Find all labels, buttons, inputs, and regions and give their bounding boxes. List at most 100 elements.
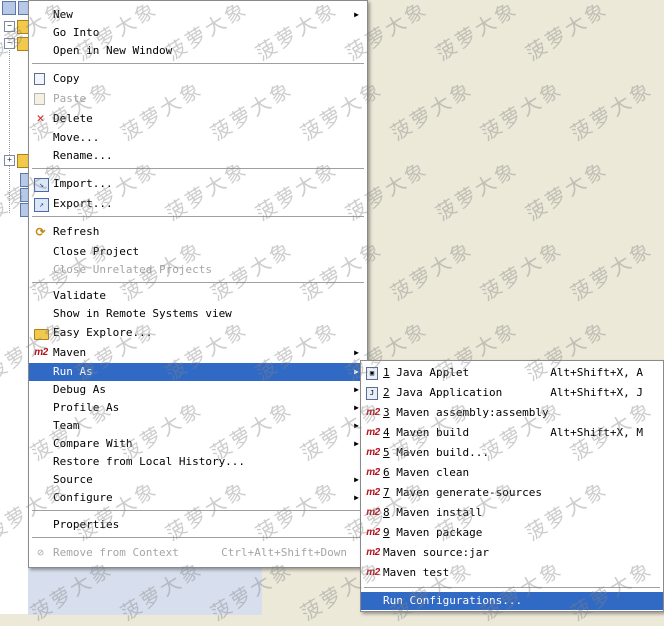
panel-bottom-strip [28,566,262,615]
menu-item-open-in-new-window[interactable]: Open in New Window [29,42,367,60]
project-icon [2,1,16,15]
submenu-arrow-icon: ▶ [354,439,359,448]
submenu-item-maven-package[interactable]: m2 9 Maven package [361,524,663,542]
menu-item-label: Close Project [53,245,140,258]
refresh-icon: ⟳ [35,225,46,239]
menu-item-export[interactable]: ↗ Export... [29,195,367,213]
menu-item-move[interactable]: Move... [29,129,367,147]
menu-item-profile-as[interactable]: Profile As ▶ [29,399,367,417]
menu-item-shortcut: Ctrl+Alt+Shift+Down [221,546,347,559]
menu-item-properties[interactable]: Properties [29,516,367,534]
submenu-arrow-icon: ▶ [354,348,359,357]
submenu-item-java-application[interactable]: J 2 Java Application Alt+Shift+X, J [361,384,663,402]
menu-item-refresh[interactable]: ⟳ Refresh [29,223,367,241]
maven-icon: m2 [366,467,380,478]
menu-item-easy-explore[interactable]: Easy Explore... [29,324,367,342]
menu-item-label: Maven test [383,566,450,579]
submenu-item-maven-assembly[interactable]: m2 3 Maven assembly:assembly [361,404,663,422]
menu-separator [32,168,364,170]
menu-item-copy[interactable]: Copy [29,70,367,88]
submenu-arrow-icon: ▶ [354,367,359,376]
menu-item-label: 7 Maven generate-sources [383,486,542,499]
menu-item-shortcut: Alt+Shift+X, J [550,386,643,399]
menu-item-label: 2 Java Application [383,386,503,399]
maven-icon: m2 [366,507,380,518]
folder-icon [34,329,49,340]
menu-item-go-into[interactable]: Go Into [29,24,367,42]
menu-item-shortcut: Alt+Shift+X, A [550,366,643,379]
menu-item-label: Validate [53,289,106,302]
menu-item-source[interactable]: Source ▶ [29,471,367,489]
menu-item-shortcut: Alt+Shift+X, M [550,426,643,439]
menu-separator [32,216,364,218]
menu-item-label: Profile As [53,401,120,414]
menu-item-label: Maven [53,346,87,359]
context-menu: New ▶ Go Into Open in New Window Copy Pas… [28,0,368,568]
submenu-arrow-icon: ▶ [354,10,359,19]
tree-expand-toggle[interactable]: − [4,21,15,32]
menu-item-label: 9 Maven package [383,526,483,539]
menu-item-team[interactable]: Team ▶ [29,417,367,435]
menu-item-label: Remove from Context [53,546,179,559]
menu-item-label: 8 Maven install [383,506,483,519]
menu-item-new[interactable]: New ▶ [29,6,367,24]
menu-item-rename[interactable]: Rename... [29,147,367,165]
submenu-item-maven-source-jar[interactable]: m2 Maven source:jar [361,544,663,562]
menu-item-label: Move... [53,131,100,144]
menu-item-paste: Paste [29,90,367,108]
run-as-submenu: ▣ 1 Java Applet Alt+Shift+X, A J 2 Java App… [360,360,664,612]
submenu-item-maven-clean[interactable]: m2 6 Maven clean [361,464,663,482]
menu-item-label: Run Configurations... [383,594,523,607]
import-icon: ↘ [34,178,49,192]
menu-item-delete[interactable]: ✕ Delete [29,110,367,128]
submenu-item-maven-test[interactable]: m2 Maven test [361,564,663,582]
maven-icon: m2 [366,547,380,558]
menu-item-maven[interactable]: m2 Maven ▶ [29,344,367,362]
menu-item-import[interactable]: ↘ Import... [29,175,367,193]
submenu-arrow-icon: ▶ [354,403,359,412]
menu-item-validate[interactable]: Validate [29,287,367,305]
menu-item-label: Copy [53,72,80,85]
submenu-item-java-applet[interactable]: ▣ 1 Java Applet Alt+Shift+X, A [361,364,663,382]
maven-icon: m2 [366,447,380,458]
java-application-icon: J [366,387,378,400]
menu-item-label: Close Unrelated Projects [53,263,212,276]
menu-item-label: Open in New Window [53,44,173,57]
menu-item-run-as[interactable]: Run As ▶ [29,363,367,381]
menu-item-label: 1 Java Applet [383,366,470,379]
menu-item-label: Show in Remote Systems view [53,307,232,320]
menu-item-label: 6 Maven clean [383,466,470,479]
tree-expand-toggle[interactable]: + [4,155,15,166]
maven-icon: m2 [34,347,48,358]
menu-item-close-project[interactable]: Close Project [29,243,367,261]
submenu-item-maven-install[interactable]: m2 8 Maven install [361,504,663,522]
maven-icon: m2 [366,567,380,578]
paste-icon [34,93,45,105]
submenu-arrow-icon: ▶ [354,475,359,484]
menu-item-label: Debug As [53,383,106,396]
menu-item-configure[interactable]: Configure ▶ [29,489,367,507]
menu-item-label: Properties [53,518,120,531]
menu-item-debug-as[interactable]: Debug As ▶ [29,381,367,399]
submenu-item-maven-generate-sources[interactable]: m2 7 Maven generate-sources [361,484,663,502]
menu-item-show-in-remote-systems-view[interactable]: Show in Remote Systems view [29,305,367,323]
copy-icon [34,73,45,85]
menu-item-restore-from-local-history[interactable]: Restore from Local History... [29,453,367,471]
menu-item-label: New [53,8,73,21]
menu-item-compare-with[interactable]: Compare With ▶ [29,435,367,453]
menu-item-label: Restore from Local History... [53,455,246,468]
menu-item-label: Delete [53,112,93,125]
menu-item-label: Source [53,473,93,486]
submenu-item-maven-build[interactable]: m2 4 Maven build Alt+Shift+X, M [361,424,663,442]
export-icon: ↗ [34,198,49,212]
maven-icon: m2 [366,427,380,438]
maven-icon: m2 [366,407,380,418]
menu-item-label: Easy Explore... [53,326,153,339]
submenu-item-maven-build-dialog[interactable]: m2 5 Maven build... [361,444,663,462]
submenu-item-run-configurations[interactable]: Run Configurations... [361,592,663,610]
menu-item-label: Compare With [53,437,133,450]
menu-item-label: Refresh [53,225,100,238]
submenu-arrow-icon: ▶ [354,385,359,394]
menu-item-label: Import... [53,177,113,190]
remove-context-icon: ⊘ [37,546,44,559]
